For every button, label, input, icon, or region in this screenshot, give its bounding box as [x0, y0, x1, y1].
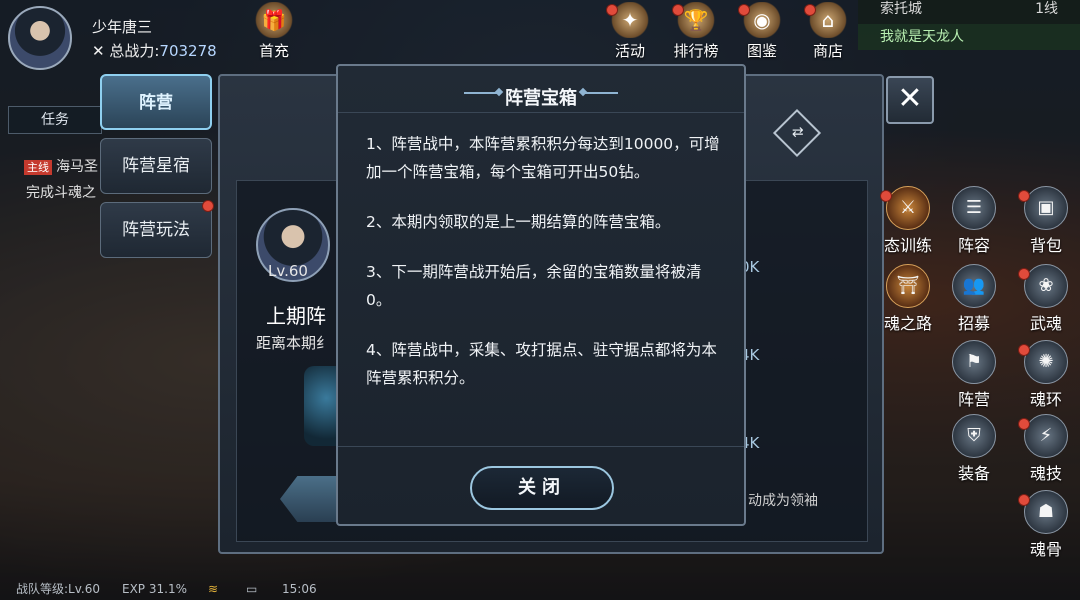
power-value: 703278	[159, 42, 217, 60]
notification-dot	[1018, 418, 1030, 430]
right-menu-soul-road[interactable]: ⛩ 魂之路	[878, 264, 938, 336]
notification-dot	[880, 190, 892, 202]
right-menu-label: 阵容	[957, 236, 990, 255]
crossed-swords-icon: ✕	[92, 42, 105, 60]
top-menu-shop[interactable]: ⌂ 商店	[800, 2, 856, 64]
right-menu-label: 魂环	[1029, 390, 1062, 409]
divider	[338, 446, 744, 447]
notification-dot	[672, 4, 684, 16]
player-avatar[interactable]	[8, 6, 72, 70]
right-menu-martial-soul[interactable]: ❀ 武魂	[1016, 264, 1076, 336]
rule-paragraph: 4、阵营战中，采集、攻打据点、驻守据点都将为本阵营累积积分。	[366, 341, 717, 387]
rule-paragraph: 1、阵营战中，本阵营累积积分每达到10000，可增加一个阵营宝箱，每个宝箱可开出…	[366, 135, 720, 181]
server-line: 1线	[1035, 1, 1058, 17]
team-level: 战队等级:Lv.60	[16, 582, 100, 596]
top-menu-first-recharge[interactable]: 🎁 首充	[246, 2, 302, 64]
divider	[338, 112, 744, 113]
task-line-main[interactable]: 主线 海马圣	[24, 156, 98, 176]
right-menu-soul-ring[interactable]: ✺ 魂环	[1016, 340, 1076, 412]
last-period-title: 上期阵	[266, 304, 326, 328]
rule-paragraph: 2、本期内领取的是上一期结算的阵营宝箱。	[366, 213, 671, 231]
lineup-icon: ☰	[952, 186, 996, 230]
clock-time: 15:06	[282, 582, 317, 596]
battery-icon: ▭	[246, 582, 258, 596]
right-menu-equipment[interactable]: ⛨ 装备	[944, 414, 1004, 486]
right-menu-label: 魂骨	[1029, 540, 1062, 559]
bag-icon: ▣	[1024, 186, 1068, 230]
location-bar[interactable]: 索托城 1线	[858, 0, 1080, 24]
camp-chest-dialog: 阵营宝箱 1、阵营战中，本阵营累积积分每达到10000，可增加一个阵营宝箱，每个…	[336, 64, 746, 526]
soul-skill-icon: ⚡	[1024, 414, 1068, 458]
task-tab[interactable]: 任务	[8, 106, 102, 134]
top-menu-events[interactable]: ✦ 活动	[602, 2, 658, 64]
notification-dot	[1018, 494, 1030, 506]
player-name: 少年唐三	[92, 18, 153, 36]
rule-paragraph: 3、下一期阵营战开始后，余留的宝箱数量将被清0。	[366, 263, 702, 309]
right-menu-soul-skill[interactable]: ⚡ 魂技	[1016, 414, 1076, 486]
right-menu-label: 态训练	[883, 236, 932, 255]
top-menu-label: 排行榜	[673, 42, 719, 60]
tab-camp-gameplay[interactable]: 阵营玩法	[100, 202, 212, 258]
right-menu-label: 阵营	[957, 390, 990, 409]
top-menu-ranking[interactable]: 🏆 排行榜	[668, 2, 724, 64]
top-menu-label: 活动	[614, 42, 645, 60]
equipment-icon: ⛨	[952, 414, 996, 458]
top-menu-codex[interactable]: ◉ 图鉴	[734, 2, 790, 64]
distance-text: 距离本期纟	[256, 334, 332, 352]
close-panel-button[interactable]: ✕	[886, 76, 934, 124]
notification-dot	[1018, 268, 1030, 280]
dialog-body: 1、阵营战中，本阵营累积积分每达到10000，可增加一个阵营宝箱，每个宝箱可开出…	[366, 130, 720, 414]
soul-ring-icon: ✺	[1024, 340, 1068, 384]
notification-dot	[804, 4, 816, 16]
notification-dot	[1018, 190, 1030, 202]
close-button[interactable]: 关闭	[470, 466, 614, 510]
main-quest-tag: 主线	[24, 160, 52, 175]
right-menu-bag[interactable]: ▣ 背包	[1016, 186, 1076, 258]
top-menu-label: 商店	[812, 42, 843, 60]
right-menu-recruit[interactable]: 👥 招募	[944, 264, 1004, 336]
status-bar: 战队等级:Lv.60 EXP 31.1% ≋ ▭ 15:06	[0, 578, 330, 600]
right-menu-label: 背包	[1029, 236, 1062, 255]
training-icon: ⚔	[886, 186, 930, 230]
right-menu-label: 装备	[957, 464, 990, 483]
right-menu-label: 武魂	[1029, 314, 1062, 333]
soul-bone-icon: ☗	[1024, 490, 1068, 534]
right-menu-camp[interactable]: ⚑ 阵营	[944, 340, 1004, 412]
notification-dot	[202, 200, 214, 212]
title-ornament-right-icon	[582, 92, 618, 94]
exp-percent: EXP 31.1%	[122, 582, 187, 596]
top-menu-label: 首充	[258, 42, 289, 60]
lead-text: 动成为领袖	[748, 493, 818, 509]
chat-preview[interactable]: 我就是天龙人	[858, 24, 1080, 50]
tab-camp[interactable]: 阵营	[100, 74, 212, 130]
top-menu-label: 图鉴	[746, 42, 777, 60]
right-menu-label: 魂之路	[883, 314, 932, 333]
notification-dot	[738, 4, 750, 16]
right-menu-soul-bone[interactable]: ☗ 魂骨	[1016, 490, 1076, 562]
recruit-icon: 👥	[952, 264, 996, 308]
right-menu-lineup[interactable]: ☰ 阵容	[944, 186, 1004, 258]
gift-icon: 🎁	[254, 2, 294, 38]
soul-road-icon: ⛩	[886, 264, 930, 308]
right-menu-label: 魂技	[1029, 464, 1062, 483]
power-label: 总战力:	[109, 42, 160, 60]
right-menu-label: 招募	[957, 314, 990, 333]
swap-icon[interactable]: ⇄	[772, 108, 822, 158]
tab-camp-constellation[interactable]: 阵营星宿	[100, 138, 212, 194]
wifi-icon: ≋	[208, 582, 219, 596]
right-menu-training[interactable]: ⚔ 态训练	[878, 186, 938, 258]
notification-dot	[606, 4, 618, 16]
player-power: ✕ 总战力:703278	[92, 40, 217, 61]
leader-level: Lv.60	[268, 262, 308, 280]
notification-dot	[1018, 344, 1030, 356]
task-text: 海马圣	[56, 159, 98, 175]
dialog-title: 阵营宝箱	[505, 88, 577, 109]
camp-icon: ⚑	[952, 340, 996, 384]
martial-soul-icon: ❀	[1024, 264, 1068, 308]
location-city: 索托城	[880, 1, 922, 17]
player-card[interactable]: 少年唐三 ✕ 总战力:703278	[8, 6, 248, 70]
task-line-detail: 完成斗魂之	[26, 185, 96, 201]
